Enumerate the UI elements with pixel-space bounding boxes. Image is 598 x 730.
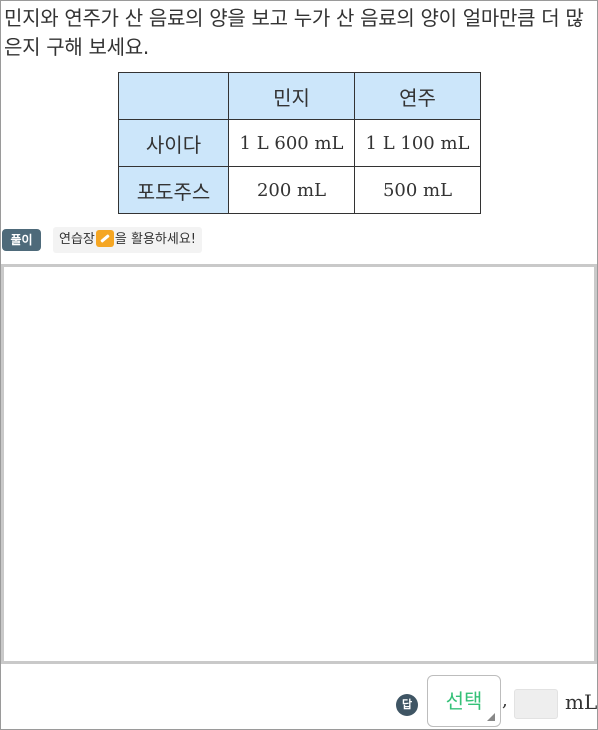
cell-cider-minji: 1 L 600 mL: [228, 119, 355, 167]
dropdown-corner-icon: [487, 713, 495, 721]
row-label-grape-juice: 포도주스: [118, 166, 229, 214]
answer-unit: mL: [565, 690, 598, 714]
table-corner-cell: [118, 72, 229, 120]
answer-select-label: 선택: [445, 689, 483, 713]
hint-text-after: 을 활용하세요!: [114, 232, 196, 247]
table-row: 포도주스 200 mL 500 mL: [118, 166, 481, 214]
cell-grape-minji: 200 mL: [228, 166, 355, 214]
solution-workspace[interactable]: [1, 264, 597, 664]
solution-badge: 풀이: [2, 229, 41, 251]
answer-badge: 답: [396, 694, 418, 716]
table-header-row: 민지 연주: [118, 72, 481, 120]
answer-amount-input[interactable]: [514, 689, 558, 719]
hint-box: 연습장 을 활용하세요!: [53, 227, 202, 253]
pad-icon: [95, 230, 114, 247]
table-header-minji: 민지: [228, 72, 355, 120]
answer-select[interactable]: 선택: [427, 675, 501, 727]
question-text: 민지와 연주가 산 음료의 양을 보고 누가 산 음료의 양이 얼마만큼 더 많…: [4, 6, 584, 59]
table-row: 사이다 1 L 600 mL 1 L 100 mL: [118, 119, 481, 167]
row-label-cider: 사이다: [118, 119, 229, 167]
answer-separator: ,: [502, 690, 508, 711]
data-table: 민지 연주 사이다 1 L 600 mL 1 L 100 mL 포도주스 200…: [118, 72, 481, 214]
cell-cider-yeonju: 1 L 100 mL: [354, 119, 481, 167]
table-header-yeonju: 연주: [354, 72, 481, 120]
cell-grape-yeonju: 500 mL: [354, 166, 481, 214]
hint-text-before: 연습장: [59, 232, 95, 247]
